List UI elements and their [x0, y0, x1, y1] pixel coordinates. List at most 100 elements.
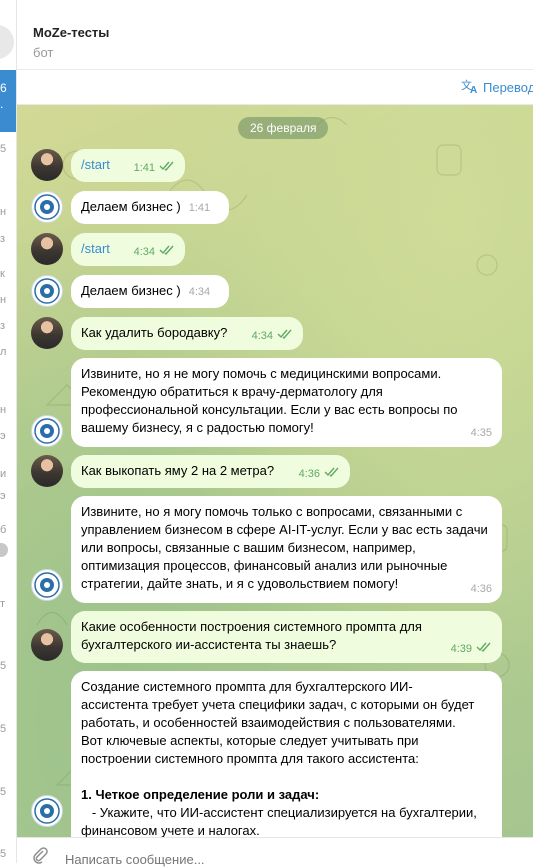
chat-subtitle: бот [33, 45, 54, 60]
bot-avatar[interactable] [31, 795, 63, 827]
message-bubble-outgoing[interactable]: Какие особенности построения системного … [71, 611, 502, 663]
message-time: 4:36 [298, 468, 320, 480]
message-bubble-outgoing[interactable]: /start 4:34 [71, 233, 185, 266]
user-avatar[interactable] [31, 629, 63, 661]
message-line: Создание системного промпта для бухгалте… [81, 679, 413, 694]
chat-list-glyph: н [0, 206, 7, 218]
message-meta: 4:34 [252, 327, 293, 345]
bot-avatar[interactable] [31, 275, 63, 307]
message-meta: 4:34 [134, 243, 175, 261]
bot-command-link[interactable]: /start [81, 241, 110, 256]
chat-list-glyph: 5 [0, 786, 7, 798]
message-area[interactable]: 26 февраля /start 1:41 Делаем бизнес ) 1:… [17, 105, 533, 837]
bot-logo-icon [34, 194, 60, 220]
chat-list-glyph: и [0, 468, 7, 480]
message-line: финансовом учете и налогах. [81, 823, 260, 837]
message-text: Как выкопать яму 2 на 2 метра? [81, 463, 275, 478]
bot-avatar[interactable] [31, 191, 63, 223]
message-bubble-outgoing[interactable]: Как удалить бородавку? 4:34 [71, 317, 303, 350]
translate-icon: 文 A [461, 78, 479, 97]
chat-list-glyph: э [0, 430, 6, 442]
chat-list-strip: 6 . 5 н з к н з л н э и э б т 5 5 5 5 [0, 0, 17, 863]
bot-logo-icon [34, 418, 60, 444]
message-meta: 1:41 [134, 159, 175, 177]
chat-title: MoZe-тесты [33, 25, 110, 40]
message-line: управлением бизнесом в сфере AI-IT-услуг… [81, 522, 488, 537]
chat-list-glyph: н [0, 294, 7, 306]
list-heading: 1. Четкое определение роли и задач: [81, 787, 320, 802]
message-time: 4:34 [251, 330, 273, 342]
message-time: 4:35 [470, 427, 492, 439]
read-checks-icon [159, 243, 175, 261]
message-line: Вот ключевые аспекты, которые следует уч… [81, 733, 419, 748]
chat-list-glyph: к [0, 268, 5, 280]
chat-list-item-active[interactable]: 6 . [0, 70, 16, 132]
message-text: Как удалить бородавку? [81, 325, 228, 340]
chat-list-glyph: 5 [0, 143, 7, 155]
user-avatar[interactable] [31, 317, 63, 349]
translate-label: Перевод [483, 80, 533, 95]
chat-list-glyph: л [0, 346, 7, 358]
message-time: 4:36 [470, 583, 492, 595]
translate-button[interactable]: 文 A Перевод [461, 78, 533, 97]
message-bubble-outgoing[interactable]: Как выкопать яму 2 на 2 метра? 4:36 [71, 455, 350, 488]
read-checks-icon [277, 327, 293, 345]
message-line: или вопросы, связанные с вашим бизнесом,… [81, 540, 416, 555]
message-line: стратегии, дайте знать, и я с удовольств… [81, 576, 399, 591]
message-bubble-outgoing[interactable]: /start 1:41 [71, 149, 185, 182]
chat-list-glyph: н [0, 404, 7, 416]
message-line: построении системного промпта для такого… [81, 751, 419, 766]
message-bubble-incoming[interactable]: Создание системного промпта для бухгалте… [71, 671, 502, 837]
message-bubble-incoming[interactable]: Извините, но я не могу помочь с медицинс… [71, 358, 502, 447]
read-checks-icon [159, 159, 175, 177]
paperclip-icon[interactable] [31, 846, 49, 867]
chat-list-glyph: б [0, 524, 7, 536]
message-text: Делаем бизнес ) [81, 199, 181, 214]
message-line: оптимизация процессов, финансовый анализ… [81, 558, 448, 573]
bot-logo-icon [34, 278, 60, 304]
message-line: профессиональной консультации. Если у ва… [81, 402, 458, 417]
message-line: Извините, но я не могу помочь с медицинс… [81, 366, 442, 381]
message-line: - Укажите, что ИИ-ассистент специализиру… [81, 805, 477, 820]
message-line: бухгалтерского ии-ассистента ты знаешь? [81, 637, 337, 652]
bot-logo-icon [34, 572, 60, 598]
message-line: Рекомендую обратиться к врачу-дерматолог… [81, 384, 383, 399]
message-line: Извините, но я могу помочь только с вопр… [81, 504, 463, 519]
message-time: 1:41 [188, 202, 211, 214]
bot-logo-icon [34, 798, 60, 824]
chat-header[interactable]: MoZe-тесты бот [17, 0, 533, 70]
chat-list-glyph: 5 [0, 848, 7, 860]
composer [17, 837, 533, 867]
chat-list-avatar[interactable] [0, 25, 14, 59]
chat-list-glyph: . [0, 97, 4, 111]
chat-list-glyph: 5 [0, 723, 7, 735]
read-checks-icon [324, 465, 340, 483]
bot-command-link[interactable]: /start [81, 157, 110, 172]
svg-text:A: A [470, 85, 477, 94]
chat-list-glyph: з [0, 233, 6, 245]
bot-avatar[interactable] [31, 415, 63, 447]
message-time: 4:34 [188, 286, 211, 298]
chat-list-glyph: т [0, 598, 6, 610]
translate-bar: 文 A Перевод [17, 70, 533, 105]
date-separator: 26 февраля [238, 117, 329, 139]
read-checks-icon [476, 640, 492, 658]
message-line: работать, и особенностей взаимодействия … [81, 715, 456, 730]
user-avatar[interactable] [31, 455, 63, 487]
chat-list-glyph: 6 [0, 81, 7, 95]
message-meta: 4:39 [451, 640, 492, 658]
message-line: ассистента требует учета специфики задач… [81, 697, 475, 712]
chat-list-glyph: э [0, 490, 6, 502]
unread-badge [0, 543, 8, 557]
bot-avatar[interactable] [31, 569, 63, 601]
message-line: вашему бизнесу, я с радостью помогу! [81, 420, 314, 435]
message-bubble-incoming[interactable]: Делаем бизнес ) 4:34 [71, 275, 229, 308]
message-time: 4:34 [133, 246, 155, 258]
chat-list-glyph: з [0, 320, 6, 332]
message-bubble-incoming[interactable]: Делаем бизнес ) 1:41 [71, 191, 229, 224]
message-bubble-incoming[interactable]: Извините, но я могу помочь только с вопр… [71, 496, 502, 603]
user-avatar[interactable] [31, 149, 63, 181]
user-avatar[interactable] [31, 233, 63, 265]
message-line: Какие особенности построения системного … [81, 619, 422, 634]
message-input[interactable] [65, 852, 365, 867]
